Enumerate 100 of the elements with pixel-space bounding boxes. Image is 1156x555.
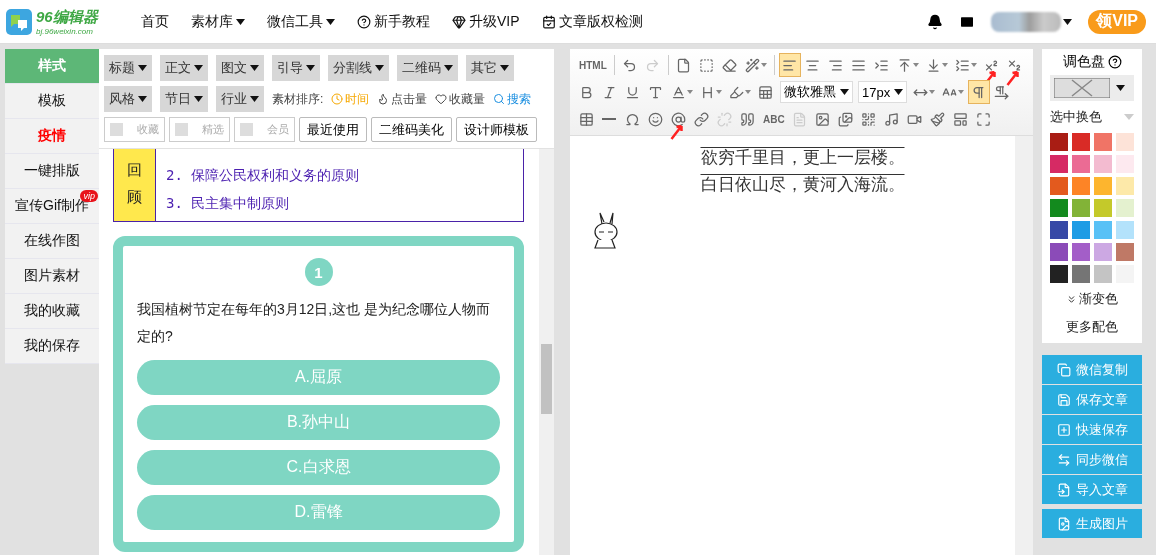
sidebar-item[interactable]: 我的保存: [5, 329, 99, 364]
color-swatch[interactable]: [1072, 177, 1090, 195]
sidebar-item[interactable]: 在线作图: [5, 224, 99, 259]
color-picker[interactable]: [1050, 75, 1134, 101]
plus-icon: [1056, 422, 1071, 437]
color-swatch[interactable]: [1094, 243, 1112, 261]
color-swatch[interactable]: [1050, 265, 1068, 283]
subscript-icon: [1006, 57, 1022, 73]
sidebar-item[interactable]: 一键排版: [5, 154, 99, 189]
tool-icon: [700, 84, 715, 100]
sort-option[interactable]: 点击量: [377, 90, 428, 108]
nav-link[interactable]: 升级VIP: [452, 12, 520, 31]
category-dropdown[interactable]: 正文: [160, 55, 208, 81]
underline-icon: [625, 84, 640, 100]
bell-icon[interactable]: [927, 13, 944, 30]
category-dropdown[interactable]: 风格: [104, 86, 152, 112]
review-line: 3. 民主集中制原则: [166, 195, 291, 213]
caret-icon: [194, 96, 203, 102]
search-link[interactable]: 搜索: [493, 90, 532, 108]
palette-title: 调色盘: [1062, 53, 1122, 71]
caret-icon: [138, 96, 147, 102]
color-swatch[interactable]: [1116, 243, 1134, 261]
undo-icon: [621, 57, 637, 73]
color-swatch[interactable]: [1094, 265, 1112, 283]
color-swatch[interactable]: [1094, 155, 1112, 173]
color-swatch[interactable]: [1072, 133, 1090, 151]
sidebar-item[interactable]: 模板: [5, 84, 99, 119]
color-swatch[interactable]: [1050, 199, 1068, 217]
page-icon: [675, 57, 691, 73]
color-swatch[interactable]: [1116, 221, 1134, 239]
filter-button[interactable]: 设计师模板: [456, 117, 537, 142]
sidebar-item[interactable]: 图片素材: [5, 259, 99, 294]
color-swatch[interactable]: [1116, 133, 1134, 151]
category-dropdown[interactable]: 行业: [216, 86, 264, 112]
smiley-icon: [648, 111, 663, 127]
user-name[interactable]: [991, 11, 1062, 32]
filter-button[interactable]: 最近使用: [299, 117, 367, 142]
caret-icon: [138, 65, 147, 71]
quote-icon: [740, 111, 755, 127]
nav-link[interactable]: 素材库: [191, 12, 245, 31]
nav-link[interactable]: 微信工具: [267, 12, 335, 31]
color-swatch[interactable]: [1050, 221, 1068, 239]
save-icon: [1056, 392, 1071, 407]
color-swatch[interactable]: [1072, 199, 1090, 217]
tool-icon: [952, 111, 968, 127]
link-icon: [694, 111, 709, 127]
color-swatch[interactable]: [1072, 265, 1090, 283]
sidebar-item[interactable]: 宣传Gif制作 vip: [5, 189, 99, 224]
color-swatch[interactable]: [1050, 243, 1068, 261]
caret-icon: [194, 65, 203, 71]
tool-icon: [758, 84, 773, 100]
color-swatch[interactable]: [1094, 221, 1112, 239]
sidebar-item[interactable]: 疫情: [5, 119, 99, 154]
color-swatch[interactable]: [1094, 133, 1112, 151]
dropdown-field[interactable]: 微软雅黑: [780, 81, 853, 103]
category-dropdown[interactable]: 引导: [272, 55, 320, 81]
nav-link[interactable]: 首页: [141, 12, 169, 31]
nav-link[interactable]: 文章版权检测: [541, 12, 643, 31]
flame-icon: [377, 93, 390, 105]
image-icon: [1056, 516, 1071, 531]
color-swatch[interactable]: [1116, 199, 1134, 217]
more-colors-link[interactable]: 更多配色: [1066, 315, 1118, 339]
category-dropdown[interactable]: 图文: [216, 55, 264, 81]
color-swatch[interactable]: [1094, 199, 1112, 217]
toolbar-button[interactable]: [968, 80, 991, 104]
category-dropdown[interactable]: 其它: [466, 55, 514, 81]
toolbar-button[interactable]: [778, 53, 801, 77]
caret-icon: [500, 65, 509, 71]
tool-icon: [781, 57, 797, 73]
logo-icon: [6, 8, 32, 35]
help-icon[interactable]: [1107, 55, 1122, 69]
color-swatch[interactable]: [1072, 155, 1090, 173]
color-swatch[interactable]: [1094, 177, 1112, 195]
logo-url: bj.96weixin.com: [36, 26, 94, 36]
color-swatch[interactable]: [1050, 155, 1068, 173]
gradient-link[interactable]: 渐变色: [1066, 287, 1118, 311]
sort-option[interactable]: 收藏量: [435, 90, 486, 108]
clock-icon: [331, 93, 344, 105]
sidebar-item[interactable]: 我的收藏: [5, 294, 99, 329]
caret-icon: [444, 65, 453, 71]
caret-icon: [840, 89, 849, 95]
poem-line: 白日依山尽，黄河入海流。: [700, 174, 905, 196]
vip-badge: vip: [80, 190, 98, 202]
category-dropdown[interactable]: 分割线: [328, 55, 389, 81]
filter-button[interactable]: 二维码美化: [371, 117, 452, 142]
category-dropdown[interactable]: 节日: [160, 86, 208, 112]
color-swatch[interactable]: [1050, 133, 1068, 151]
category-dropdown[interactable]: 二维码: [397, 55, 458, 81]
color-swatch[interactable]: [1116, 177, 1134, 195]
nav-link[interactable]: 新手教程: [357, 12, 430, 31]
scrollbar[interactable]: [539, 149, 554, 555]
color-swatch[interactable]: [1072, 243, 1090, 261]
toolbar-button[interactable]: ABC: [760, 107, 788, 131]
dropdown-field[interactable]: 17px: [858, 81, 908, 103]
toolbar-button[interactable]: HTML: [576, 53, 610, 77]
select-recolor-label[interactable]: 选中换色: [1050, 105, 1134, 129]
scrollbar[interactable]: [1015, 136, 1033, 555]
color-swatch[interactable]: [1072, 221, 1090, 239]
color-swatch[interactable]: [1050, 177, 1068, 195]
category-dropdown[interactable]: 标题: [104, 55, 152, 81]
